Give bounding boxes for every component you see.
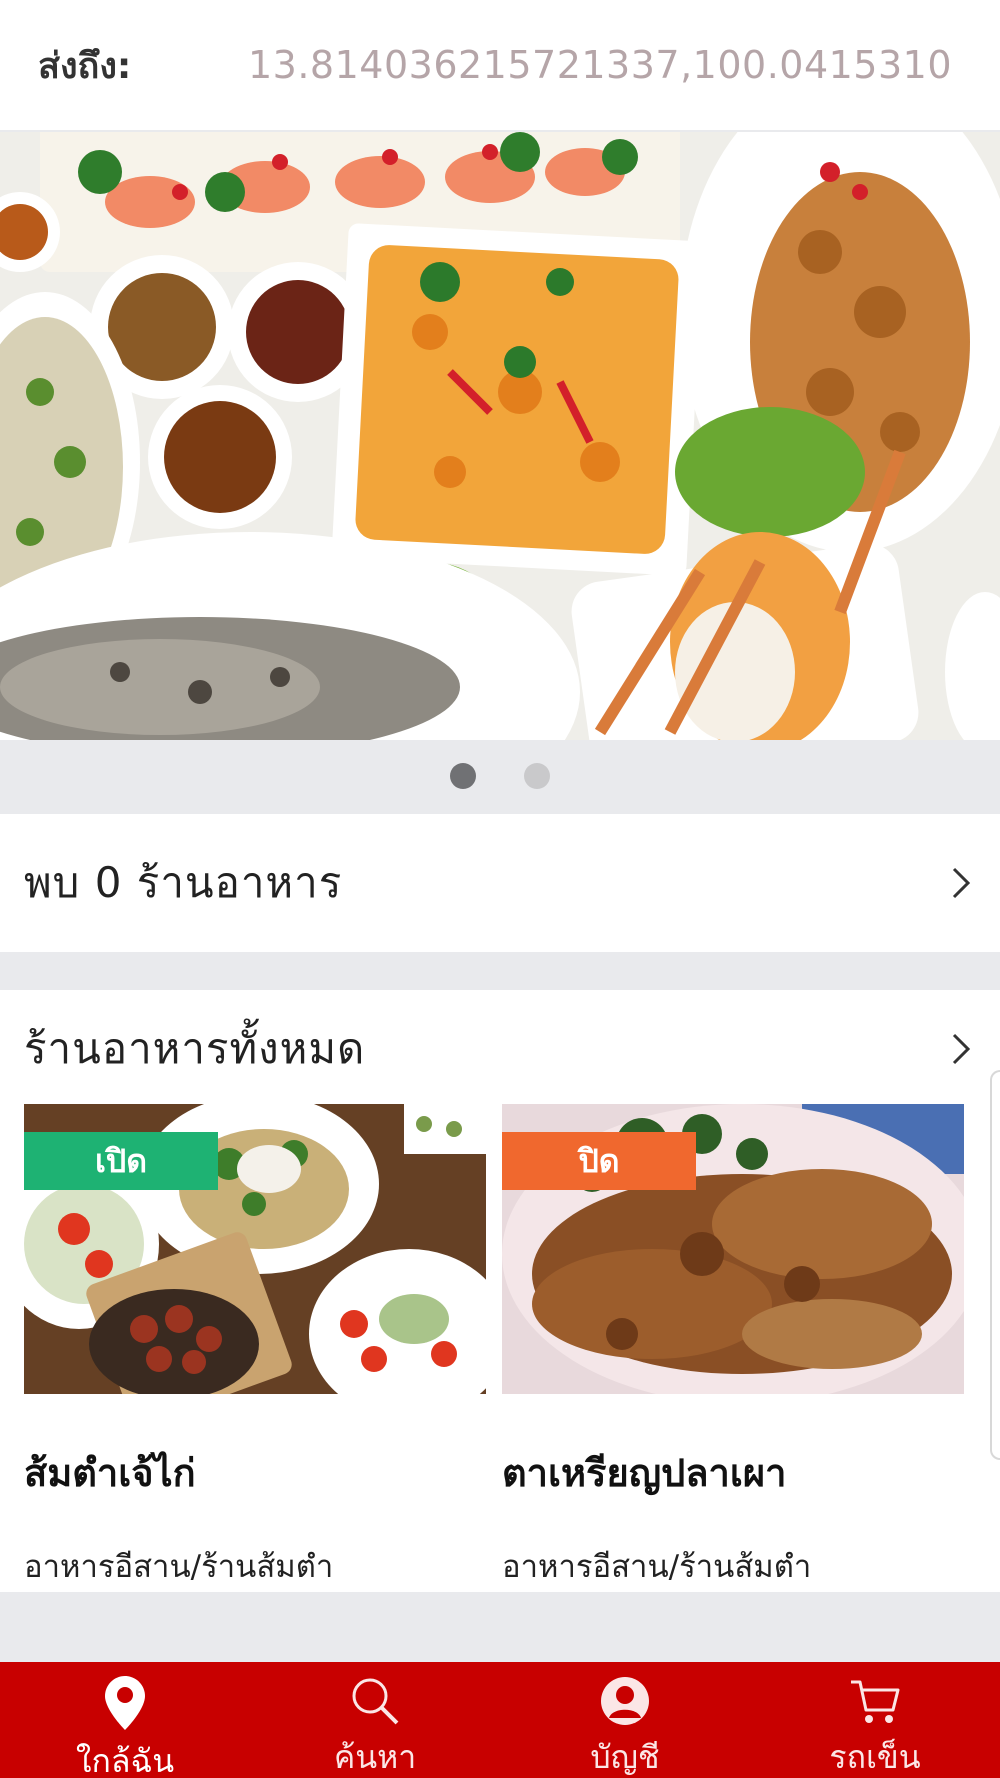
nav-item-nearby[interactable]: ใกล้ฉัน [0,1662,250,1778]
nav-label: ใกล้ฉัน [75,1742,175,1778]
restaurant-photo: ปิด [502,1104,964,1394]
found-restaurants-row[interactable]: พบ 0 ร้านอาหาร [0,814,1000,952]
location-pin-icon [97,1676,153,1730]
nav-label: ค้นหา [333,1738,417,1776]
banner-image [0,132,1000,740]
user-icon [597,1676,653,1726]
bottom-navigation: ใกล้ฉัน ค้นหา บัญชี รถเข็น [0,1662,1000,1778]
restaurant-category: อาหารอีสาน/ร้านส้มตำ [24,1549,334,1585]
banner-carousel[interactable] [0,132,1000,740]
status-badge: เปิด [24,1132,218,1190]
horizontal-scroll-hint [990,1070,1000,1460]
all-restaurants-title: ร้านอาหารทั้งหมด [24,1024,366,1073]
carousel-dot-1[interactable] [450,763,476,789]
restaurant-card-list: เปิด ส้มตำเจ้ไก่ อาหารอีสาน/ร้านส้มตำ ปิ… [24,1104,964,1591]
restaurant-name: ส้มตำเจ้ไก่ [24,1451,196,1495]
nav-label: รถเข็น [829,1738,921,1776]
all-restaurants-header[interactable]: ร้านอาหารทั้งหมด [0,990,1000,1108]
chevron-right-icon [946,867,976,899]
delivery-bar[interactable]: ส่งถึง: 13.814036215721337,100.0415310 [0,0,1000,130]
restaurant-card[interactable]: ปิด ตาเหรียญปลาเผา อาหารอีสาน/ร้านส้มตำ [502,1104,964,1591]
nav-item-cart[interactable]: รถเข็น [750,1662,1000,1778]
restaurant-name: ตาเหรียญปลาเผา [502,1451,787,1495]
status-badge: ปิด [502,1132,696,1190]
delivery-coordinates[interactable]: 13.814036215721337,100.0415310 [248,43,952,87]
chevron-right-icon [946,1033,976,1065]
all-restaurants-section: ร้านอาหารทั้งหมด เปิด ส้มตำเจ้ไก่ อาหารอ… [0,990,1000,1592]
nav-item-account[interactable]: บัญชี [500,1662,750,1778]
delivery-label: ส่งถึง: [38,45,132,87]
cart-icon [847,1676,903,1726]
restaurant-card[interactable]: เปิด ส้มตำเจ้ไก่ อาหารอีสาน/ร้านส้มตำ [24,1104,486,1591]
carousel-indicator [0,740,1000,812]
nav-label: บัญชี [590,1738,660,1776]
restaurant-photo: เปิด [24,1104,486,1394]
nav-item-search[interactable]: ค้นหา [250,1662,500,1778]
restaurant-category: อาหารอีสาน/ร้านส้มตำ [502,1549,812,1585]
search-icon [347,1676,403,1726]
found-restaurants-text: พบ 0 ร้านอาหาร [24,858,343,907]
carousel-dot-2[interactable] [524,763,550,789]
